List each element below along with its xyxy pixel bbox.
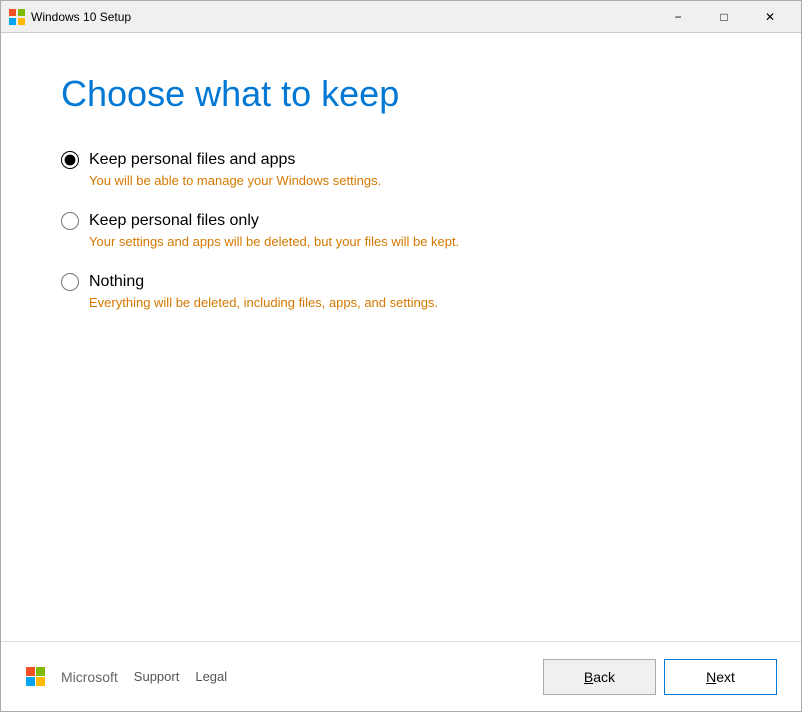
option-nothing: Nothing Everything will be deleted, incl…: [61, 273, 741, 310]
options-list: Keep personal files and apps You will be…: [61, 151, 741, 310]
option-keep-all: Keep personal files and apps You will be…: [61, 151, 741, 188]
logo-blue-square: [26, 677, 35, 686]
setup-window: Windows 10 Setup − □ ✕ Choose what to ke…: [0, 0, 802, 712]
option-nothing-desc: Everything will be deleted, including fi…: [61, 295, 741, 310]
logo-green-square: [36, 667, 45, 676]
radio-keep-files[interactable]: [61, 212, 79, 230]
option-keep-all-text: Keep personal files and apps: [89, 151, 295, 169]
footer-left: Microsoft Support Legal: [25, 667, 227, 687]
radio-keep-all[interactable]: [61, 151, 79, 169]
minimize-button[interactable]: −: [655, 1, 701, 33]
back-button[interactable]: Back: [543, 659, 656, 695]
window-controls: − □ ✕: [655, 1, 793, 33]
footer: Microsoft Support Legal Back Next: [1, 641, 801, 711]
option-nothing-text: Nothing: [89, 273, 144, 291]
option-keep-all-label[interactable]: Keep personal files and apps: [61, 151, 741, 169]
title-bar: Windows 10 Setup − □ ✕: [1, 1, 801, 33]
option-keep-files: Keep personal files only Your settings a…: [61, 212, 741, 249]
legal-link[interactable]: Legal: [195, 669, 227, 684]
main-content: Choose what to keep Keep personal files …: [1, 33, 801, 641]
option-keep-files-text: Keep personal files only: [89, 212, 259, 230]
page-title: Choose what to keep: [61, 73, 741, 115]
option-keep-files-desc: Your settings and apps will be deleted, …: [61, 234, 741, 249]
radio-nothing[interactable]: [61, 273, 79, 291]
maximize-button[interactable]: □: [701, 1, 747, 33]
app-icon: [9, 9, 25, 25]
logo-red-square: [26, 667, 35, 676]
footer-buttons: Back Next: [543, 659, 777, 695]
option-nothing-label[interactable]: Nothing: [61, 273, 741, 291]
microsoft-brand: Microsoft: [61, 669, 118, 685]
option-keep-all-desc: You will be able to manage your Windows …: [61, 173, 741, 188]
next-button[interactable]: Next: [664, 659, 777, 695]
title-bar-left: Windows 10 Setup: [9, 9, 131, 25]
close-button[interactable]: ✕: [747, 1, 793, 33]
logo-yellow-square: [36, 677, 45, 686]
window-title: Windows 10 Setup: [31, 10, 131, 24]
support-link[interactable]: Support: [134, 669, 180, 684]
option-keep-files-label[interactable]: Keep personal files only: [61, 212, 741, 230]
microsoft-logo: [25, 667, 45, 687]
